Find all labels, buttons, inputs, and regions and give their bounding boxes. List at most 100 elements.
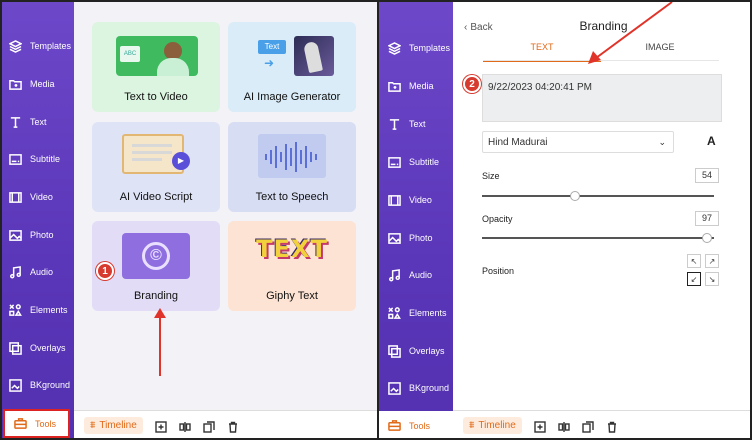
script-line [132, 144, 172, 147]
subtitle-icon [388, 156, 401, 169]
sidebar-item-audio[interactable]: Audio [379, 260, 453, 290]
sidebar-item-label: Text [30, 117, 47, 127]
sidebar-item-overlays[interactable]: Overlays [379, 336, 453, 366]
tool-card-giphy-text[interactable]: TEXT Giphy Text [228, 221, 356, 311]
music-icon [9, 265, 22, 279]
sidebar-item-media[interactable]: Media [0, 69, 74, 99]
folder-icon [9, 78, 22, 91]
sidebar-item-label: Audio [30, 267, 54, 277]
sidebar-item-label: Video [409, 195, 432, 205]
sidebar-item-bkground[interactable]: BKground [379, 373, 453, 403]
person-body [157, 58, 189, 76]
step-2-badge: 2 [463, 75, 481, 93]
sidebar-item-label: BKground [409, 383, 450, 393]
horse-shape [303, 40, 323, 74]
duplicate-icon[interactable] [582, 420, 594, 433]
position-top-right-button[interactable]: ↗ [705, 254, 719, 268]
add-icon[interactable] [155, 420, 167, 433]
size-slider-thumb[interactable] [569, 191, 580, 201]
sidebar-item-overlays[interactable]: Overlays [0, 333, 74, 363]
sidebar-item-tools[interactable]: Tools [379, 411, 453, 440]
sidebar-item-templates[interactable]: Templates [0, 31, 74, 61]
position-bottom-right-button[interactable]: ↘ [705, 272, 719, 286]
tool-card-text-to-video[interactable]: ABC Text to Video [92, 22, 220, 112]
layers-icon [9, 39, 22, 53]
sidebar-item-subtitle[interactable]: Subtitle [379, 147, 453, 177]
sidebar-item-label: BKground [30, 380, 71, 390]
text-tag: Text [258, 40, 286, 54]
tools-grid: ABC Text to Video Text ➜ AI Image Genera… [74, 0, 378, 410]
video-icon [9, 191, 22, 204]
sidebar-item-tools[interactable]: Tools [3, 409, 70, 438]
bottom-toolbar: ⩩ Timeline [453, 410, 752, 440]
add-icon[interactable] [534, 420, 546, 433]
music-icon [388, 268, 401, 282]
branding-thumbnail: © [122, 233, 190, 279]
size-value[interactable]: 54 [695, 168, 719, 183]
timeline-icon: ⩩ [90, 420, 96, 431]
elements-icon [388, 306, 401, 320]
split-icon[interactable] [179, 420, 191, 432]
size-slider[interactable] [482, 191, 714, 201]
sidebar-item-audio[interactable]: Audio [0, 257, 74, 287]
sidebar-item-label: Media [409, 81, 434, 91]
copyright-icon: © [142, 242, 170, 270]
opacity-label: Opacity [482, 214, 513, 224]
split-icon[interactable] [558, 420, 570, 432]
tool-card-ai-image-generator[interactable]: Text ➜ AI Image Generator [228, 22, 356, 112]
text-style-icon[interactable]: A [707, 134, 716, 148]
sidebar-item-photo[interactable]: Photo [379, 223, 453, 253]
tool-card-ai-video-script[interactable]: ▶ AI Video Script [92, 122, 220, 212]
sidebar-item-label: Text [409, 119, 426, 129]
font-select[interactable]: Hind Madurai ⌄ [482, 131, 674, 153]
sidebar-item-text[interactable]: Text [0, 107, 74, 137]
sidebar-item-video[interactable]: Video [0, 182, 74, 212]
duplicate-icon[interactable] [203, 420, 215, 433]
sidebar-item-label: Photo [30, 230, 54, 240]
size-label: Size [482, 171, 500, 181]
timeline-button[interactable]: ⩩ Timeline [84, 417, 143, 434]
sidebar-item-elements[interactable]: Elements [379, 298, 453, 328]
sidebar-item-templates[interactable]: Templates [379, 33, 453, 63]
sidebar-item-elements[interactable]: Elements [0, 295, 74, 325]
timeline-label: Timeline [99, 420, 137, 431]
opacity-value[interactable]: 97 [695, 211, 719, 226]
timeline-button[interactable]: ⩩ Timeline [463, 417, 522, 434]
trash-icon[interactable] [227, 420, 239, 433]
video-icon [388, 194, 401, 207]
step-1-badge: 1 [96, 262, 114, 280]
layers-icon [388, 41, 401, 55]
opacity-slider[interactable] [482, 233, 714, 243]
sidebar-item-subtitle[interactable]: Subtitle [0, 144, 74, 174]
sidebar-item-label: Subtitle [30, 154, 61, 164]
sidebar: Templates Media Text Subtitle Video Phot… [379, 0, 453, 440]
tools-screen: Templates Media Text Subtitle Video Phot… [0, 0, 378, 440]
script-line [132, 151, 172, 154]
sidebar-item-bkground[interactable]: BKground [0, 370, 74, 400]
sidebar-item-photo[interactable]: Photo [0, 220, 74, 250]
sidebar-item-label: Tools [409, 420, 431, 431]
position-bottom-left-button[interactable]: ↙ [687, 272, 701, 286]
arrow-right-icon: ➜ [264, 56, 275, 70]
sidebar-item-label: Templates [30, 41, 72, 51]
tool-label: Branding [133, 290, 179, 302]
sidebar-item-video[interactable]: Video [379, 185, 453, 215]
position-top-left-button[interactable]: ↖ [687, 254, 701, 268]
trash-icon[interactable] [606, 420, 618, 433]
sidebar-item-text[interactable]: Text [379, 109, 453, 139]
speech-waveform-thumbnail [258, 134, 326, 178]
giphy-text-art: TEXT [256, 235, 328, 263]
overlays-icon [388, 344, 401, 358]
sidebar-item-label: Photo [409, 233, 433, 243]
tool-card-text-to-speech[interactable]: Text to Speech [228, 122, 356, 212]
opacity-slider-thumb[interactable] [702, 233, 713, 243]
sidebar-item-label: Elements [409, 308, 447, 318]
background-icon [388, 381, 401, 395]
sidebar-item-media[interactable]: Media [379, 71, 453, 101]
branding-text-input[interactable]: 9/22/2023 04:20:41 PM [482, 74, 722, 122]
sidebar-item-label: Video [30, 192, 53, 202]
script-line [132, 158, 162, 161]
tool-label: Text to Video [124, 91, 188, 103]
sidebar-item-label: Templates [409, 43, 451, 53]
waveform-icon [265, 142, 317, 172]
